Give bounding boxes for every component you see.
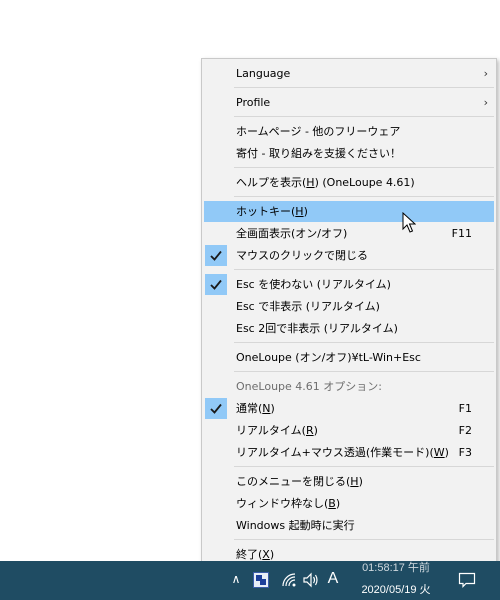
menu-item-label: ウィンドウ枠なし(B) xyxy=(236,497,341,510)
menu-item-fullscreen[interactable]: 全画面表示(オン/オフ) F11 xyxy=(204,223,494,244)
menu-item-label: ホームページ - 他のフリーウェア xyxy=(236,125,401,138)
menu-item-language[interactable]: Language › xyxy=(204,63,494,84)
menu-item-label: Profile xyxy=(236,96,271,109)
menu-item-label: OneLoupe (オン/オフ)¥tL-Win+Esc xyxy=(236,351,421,364)
chevron-up-icon[interactable]: ∧ xyxy=(229,572,243,586)
menu-separator xyxy=(234,196,494,197)
menu-item-esc-hide[interactable]: Esc で非表示 (リアルタイム) xyxy=(204,296,494,317)
notification-icon[interactable] xyxy=(458,572,476,588)
menu-item-label: 通常(N) xyxy=(236,402,275,415)
menu-separator xyxy=(234,466,494,467)
menu-item-label: OneLoupe 4.61 オプション: xyxy=(236,380,382,393)
menu-item-profile[interactable]: Profile › xyxy=(204,92,494,113)
menu-separator xyxy=(234,371,494,372)
menu-item-shortcut: F11 xyxy=(451,227,472,240)
menu-item-homepage[interactable]: ホームページ - 他のフリーウェア xyxy=(204,121,494,142)
menu-item-hotkey[interactable]: ホットキー(H) xyxy=(204,201,494,222)
menu-item-esc-disabled[interactable]: Esc を使わない (リアルタイム) xyxy=(204,274,494,295)
menu-separator xyxy=(234,116,494,117)
menu-item-toggle-oneloupe[interactable]: OneLoupe (オン/オフ)¥tL-Win+Esc xyxy=(204,347,494,368)
menu-item-label: 全画面表示(オン/オフ) xyxy=(236,227,348,240)
menu-item-mode-normal[interactable]: 通常(N) F1 xyxy=(204,398,494,419)
menu-item-close-menu[interactable]: このメニューを閉じる(H) xyxy=(204,471,494,492)
checkmark-icon xyxy=(205,398,227,419)
menu-item-shortcut: F3 xyxy=(458,446,472,459)
menu-separator xyxy=(234,342,494,343)
menu-item-help[interactable]: ヘルプを表示(H) (OneLoupe 4.61) xyxy=(204,172,494,193)
clock-date: 2020/05/19 火 xyxy=(361,584,431,596)
menu-item-label: リアルタイム(R) xyxy=(236,424,318,437)
menu-item-label: Esc を使わない (リアルタイム) xyxy=(236,278,391,291)
clock-time: 01:58:17 午前 xyxy=(362,562,430,574)
volume-icon[interactable] xyxy=(302,572,320,588)
menu-item-label: マウスのクリックで閉じる xyxy=(236,249,368,262)
oneloupe-tray-icon[interactable] xyxy=(253,572,269,588)
checkmark-icon xyxy=(205,274,227,295)
menu-item-options-header: OneLoupe 4.61 オプション: xyxy=(204,376,494,397)
menu-item-shortcut: F1 xyxy=(458,402,472,415)
desktop: Language › Profile › ホームページ - 他のフリーウェア 寄… xyxy=(0,0,500,600)
menu-item-run-at-startup[interactable]: Windows 起動時に実行 xyxy=(204,515,494,536)
menu-separator xyxy=(234,539,494,540)
clock[interactable]: 01:58:17 午前 2020/05/19 火 xyxy=(348,561,444,600)
menu-item-label: Esc で非表示 (リアルタイム) xyxy=(236,300,380,313)
taskbar: ∧ A 01:58:17 午前 2020/05/19 火 xyxy=(0,561,500,600)
menu-item-label: 寄付 - 取り組みを支援ください！ xyxy=(236,147,401,160)
menu-separator xyxy=(234,269,494,270)
menu-item-label: Windows 起動時に実行 xyxy=(236,519,355,532)
menu-item-label: Esc 2回で非表示 (リアルタイム) xyxy=(236,322,398,335)
ime-icon[interactable]: A xyxy=(325,569,341,589)
menu-item-label: ヘルプを表示(H) (OneLoupe 4.61) xyxy=(236,176,415,189)
menu-item-label: このメニューを閉じる(H) xyxy=(236,475,363,488)
menu-item-mode-work[interactable]: リアルタイム+マウス透過(作業モード)(W) F3 xyxy=(204,442,494,463)
menu-separator xyxy=(234,87,494,88)
menu-separator xyxy=(234,167,494,168)
menu-item-label: リアルタイム+マウス透過(作業モード)(W) xyxy=(236,446,449,459)
mouse-cursor-icon xyxy=(402,212,416,233)
context-menu: Language › Profile › ホームページ - 他のフリーウェア 寄… xyxy=(201,58,497,568)
submenu-arrow-icon: › xyxy=(483,67,488,80)
menu-item-borderless[interactable]: ウィンドウ枠なし(B) xyxy=(204,493,494,514)
network-icon[interactable] xyxy=(281,572,297,588)
menu-item-close-on-click[interactable]: マウスのクリックで閉じる xyxy=(204,245,494,266)
menu-item-shortcut: F2 xyxy=(458,424,472,437)
menu-item-label: Language xyxy=(236,67,291,80)
menu-item-mode-realtime[interactable]: リアルタイム(R) F2 xyxy=(204,420,494,441)
submenu-arrow-icon: › xyxy=(483,96,488,109)
menu-item-label: ホットキー(H) xyxy=(236,205,308,218)
checkmark-icon xyxy=(205,245,227,266)
menu-item-esc-twice-hide[interactable]: Esc 2回で非表示 (リアルタイム) xyxy=(204,318,494,339)
menu-item-donate[interactable]: 寄付 - 取り組みを支援ください！ xyxy=(204,143,494,164)
